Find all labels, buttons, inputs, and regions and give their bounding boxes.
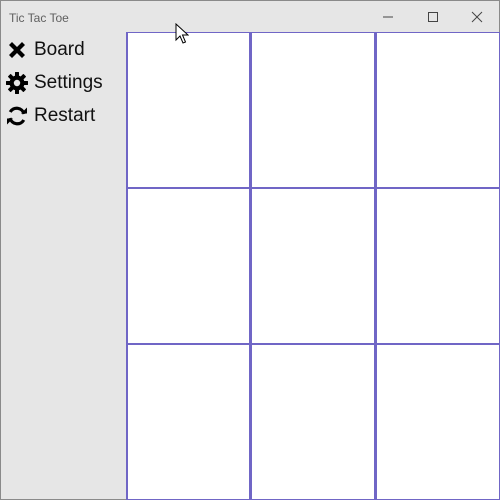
sidebar-item-restart[interactable]: Restart	[4, 101, 124, 131]
close-icon	[471, 11, 483, 22]
refresh-icon	[4, 103, 30, 129]
sidebar-item-label: Restart	[34, 105, 96, 126]
board-cell-4[interactable]	[128, 189, 249, 343]
close-x-icon	[4, 37, 30, 63]
board-cell-7[interactable]	[128, 345, 249, 499]
game-board	[126, 32, 500, 500]
board-cell-6[interactable]	[377, 189, 499, 343]
maximize-icon	[428, 11, 438, 22]
sidebar-item-label: Settings	[34, 72, 103, 93]
board-cell-3[interactable]	[377, 33, 499, 187]
board-cell-2[interactable]	[252, 33, 374, 187]
title-bar[interactable]: Tic Tac Toe	[1, 1, 499, 32]
board-cell-1[interactable]	[128, 33, 249, 187]
sidebar-item-label: Board	[34, 39, 85, 60]
board-cell-8[interactable]	[252, 345, 374, 499]
sidebar-item-settings[interactable]: Settings	[4, 68, 124, 98]
close-button[interactable]	[454, 1, 500, 32]
maximize-button[interactable]	[410, 1, 456, 32]
board-cell-5[interactable]	[252, 189, 374, 343]
window-title: Tic Tac Toe	[9, 11, 69, 25]
board-cell-9[interactable]	[377, 345, 499, 499]
gear-icon	[4, 70, 30, 96]
minimize-button[interactable]	[365, 1, 411, 32]
sidebar: Board Settings Restart	[1, 32, 126, 500]
sidebar-item-board[interactable]: Board	[4, 35, 124, 65]
minimize-icon	[383, 16, 393, 17]
app-window: Tic Tac Toe Board Settings Restart	[0, 0, 500, 500]
